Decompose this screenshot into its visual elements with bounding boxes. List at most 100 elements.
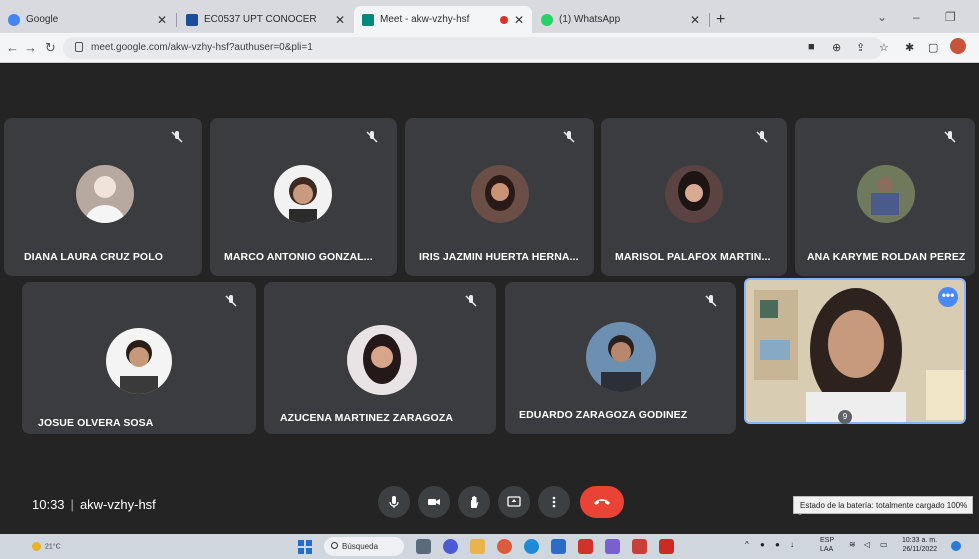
participant-tile[interactable]: ANA KARYME ROLDAN PEREZ	[795, 118, 975, 276]
sidepanel-icon[interactable]: ▢	[928, 41, 938, 54]
microphone-button[interactable]	[378, 486, 410, 518]
close-icon[interactable]: ✕	[690, 13, 700, 27]
meet-stage: DIANA LAURA CRUZ POLO MARCO ANTONIO GONZ…	[0, 64, 979, 534]
participant-name: IRIS JAZMIN HUERTA HERNA...	[419, 251, 579, 263]
profile-avatar[interactable]	[950, 38, 966, 54]
windows-start-icon[interactable]	[298, 540, 312, 554]
tab-conocer[interactable]: EC0537 UPT CONOCER ✕	[178, 6, 353, 33]
minimize-button[interactable]: –	[913, 10, 920, 24]
leave-call-button[interactable]	[580, 486, 624, 518]
chevron-down-icon[interactable]: ⌄	[877, 10, 887, 24]
participant-tile[interactable]: IRIS JAZMIN HUERTA HERNA...	[405, 118, 594, 276]
self-video-tile[interactable]: •••	[744, 278, 966, 424]
taskbar-clock[interactable]: 10:33 a. m. 26/11/2022	[902, 536, 937, 554]
app-icon[interactable]	[605, 539, 620, 554]
avatar	[106, 328, 172, 394]
more-options-button[interactable]	[538, 486, 570, 518]
forward-arrow-icon[interactable]: →	[24, 40, 37, 55]
participant-name: MARISOL PALAFOX MARTIN...	[615, 251, 771, 263]
present-screen-icon	[507, 496, 521, 507]
participant-name: DIANA LAURA CRUZ POLO	[24, 251, 163, 263]
mic-off-icon	[563, 131, 575, 143]
tray-app-icon[interactable]: ●	[775, 540, 780, 549]
raise-hand-button[interactable]	[458, 486, 490, 518]
camera-icon[interactable]: ■	[808, 41, 815, 53]
address-bar-row: ← → ↻ meet.google.com/akw-vzhy-hsf?authu…	[0, 33, 979, 63]
close-icon[interactable]: ✕	[335, 13, 345, 27]
participant-tile[interactable]: JOSUE OLVERA SOSA	[22, 282, 256, 434]
weather-widget[interactable]: 21°C	[32, 542, 61, 551]
volume-icon[interactable]: ◁	[864, 540, 870, 549]
back-arrow-icon[interactable]: ←	[6, 40, 19, 55]
battery-icon[interactable]: ▭	[880, 540, 888, 549]
lock-icon	[75, 42, 83, 52]
maximize-button[interactable]: ❐	[945, 10, 956, 24]
bookmark-star-icon[interactable]: ☆	[879, 41, 889, 54]
task-view-icon[interactable]	[416, 539, 431, 554]
camera-button[interactable]	[418, 486, 450, 518]
more-options-button[interactable]: •••	[938, 287, 958, 307]
present-button[interactable]	[498, 486, 530, 518]
participant-name: MARCO ANTONIO GONZAL...	[224, 251, 373, 263]
close-icon[interactable]: ✕	[514, 13, 524, 27]
language-code: ESP	[820, 537, 835, 544]
participant-tile[interactable]: MARISOL PALAFOX MARTIN...	[601, 118, 787, 276]
url-path: /akw-vzhy-hsf?authuser=0&pli=1	[167, 42, 313, 53]
taskbar-search[interactable]: Búsqueda	[324, 537, 404, 556]
participant-tile[interactable]: DIANA LAURA CRUZ POLO	[4, 118, 202, 276]
edge-icon[interactable]	[524, 539, 539, 554]
store-icon[interactable]	[551, 539, 566, 554]
chat-app-icon[interactable]	[443, 539, 458, 554]
new-tab-button[interactable]: +	[716, 11, 725, 29]
avatar	[857, 165, 915, 223]
participant-name: AZUCENA MARTINEZ ZARAGOZA	[280, 412, 454, 424]
document-icon	[186, 13, 198, 26]
acrobat-icon[interactable]	[659, 539, 674, 554]
url-input[interactable]: meet.google.com/akw-vzhy-hsf?authuser=0&…	[63, 37, 883, 59]
avatar	[76, 165, 134, 223]
avatar	[471, 165, 529, 223]
meet-icon	[362, 13, 374, 26]
browser-tab-strip: Google ✕ EC0537 UPT CONOCER ✕ Meet - akw…	[0, 0, 979, 33]
mic-off-icon	[944, 131, 956, 143]
tray-usb-icon[interactable]: ↓	[790, 540, 794, 549]
clock-time: 10:33 a. m.	[902, 537, 938, 544]
participant-name: EDUARDO ZARAGOZA GODINEZ	[519, 409, 688, 421]
url-host: meet.google.com	[91, 42, 168, 53]
participant-tile[interactable]: MARCO ANTONIO GONZAL...	[210, 118, 397, 276]
tab-label: Meet - akw-vzhy-hsf	[380, 14, 470, 25]
reload-icon[interactable]: ↻	[45, 40, 56, 56]
avatar	[274, 165, 332, 223]
google-icon	[8, 13, 20, 26]
language-indicator[interactable]: ESP LAA	[820, 536, 834, 554]
close-icon[interactable]: ✕	[157, 13, 167, 27]
weather-temp: 21°C	[45, 543, 61, 551]
opera-icon[interactable]	[578, 539, 593, 554]
avatar	[665, 165, 723, 223]
sun-icon	[32, 542, 41, 551]
chrome-icon[interactable]	[497, 539, 512, 554]
keyboard-layout: LAA	[820, 546, 834, 553]
battery-tooltip: Estado de la batería: totalmente cargado…	[793, 496, 973, 514]
tray-app-icon[interactable]: ●	[760, 540, 765, 549]
mic-icon	[389, 496, 399, 508]
tab-meet[interactable]: Meet - akw-vzhy-hsf ✕	[354, 6, 532, 33]
people-count-badge: 9	[838, 410, 852, 424]
notifications-icon[interactable]	[951, 541, 961, 551]
wifi-icon[interactable]: ≋	[849, 540, 856, 549]
more-vertical-icon	[552, 496, 556, 508]
meeting-info: 10:33 | akw-vzhy-hsf	[32, 497, 156, 512]
tab-whatsapp[interactable]: (1) WhatsApp ✕	[533, 6, 708, 33]
participant-tile[interactable]: EDUARDO ZARAGOZA GODINEZ	[505, 282, 736, 434]
mic-off-icon	[756, 131, 768, 143]
extensions-icon[interactable]: ✱	[905, 41, 914, 54]
tab-google[interactable]: Google ✕	[0, 6, 175, 33]
mic-off-icon	[225, 295, 237, 307]
file-explorer-icon[interactable]	[470, 539, 485, 554]
powerpoint-icon[interactable]	[632, 539, 647, 554]
participant-tile[interactable]: AZUCENA MARTINEZ ZARAGOZA	[264, 282, 496, 434]
zoom-icon[interactable]: ⊕	[832, 41, 841, 54]
chevron-up-icon[interactable]: ^	[745, 540, 749, 549]
video-camera-icon	[428, 499, 440, 505]
share-icon[interactable]: ⇪	[856, 41, 865, 54]
